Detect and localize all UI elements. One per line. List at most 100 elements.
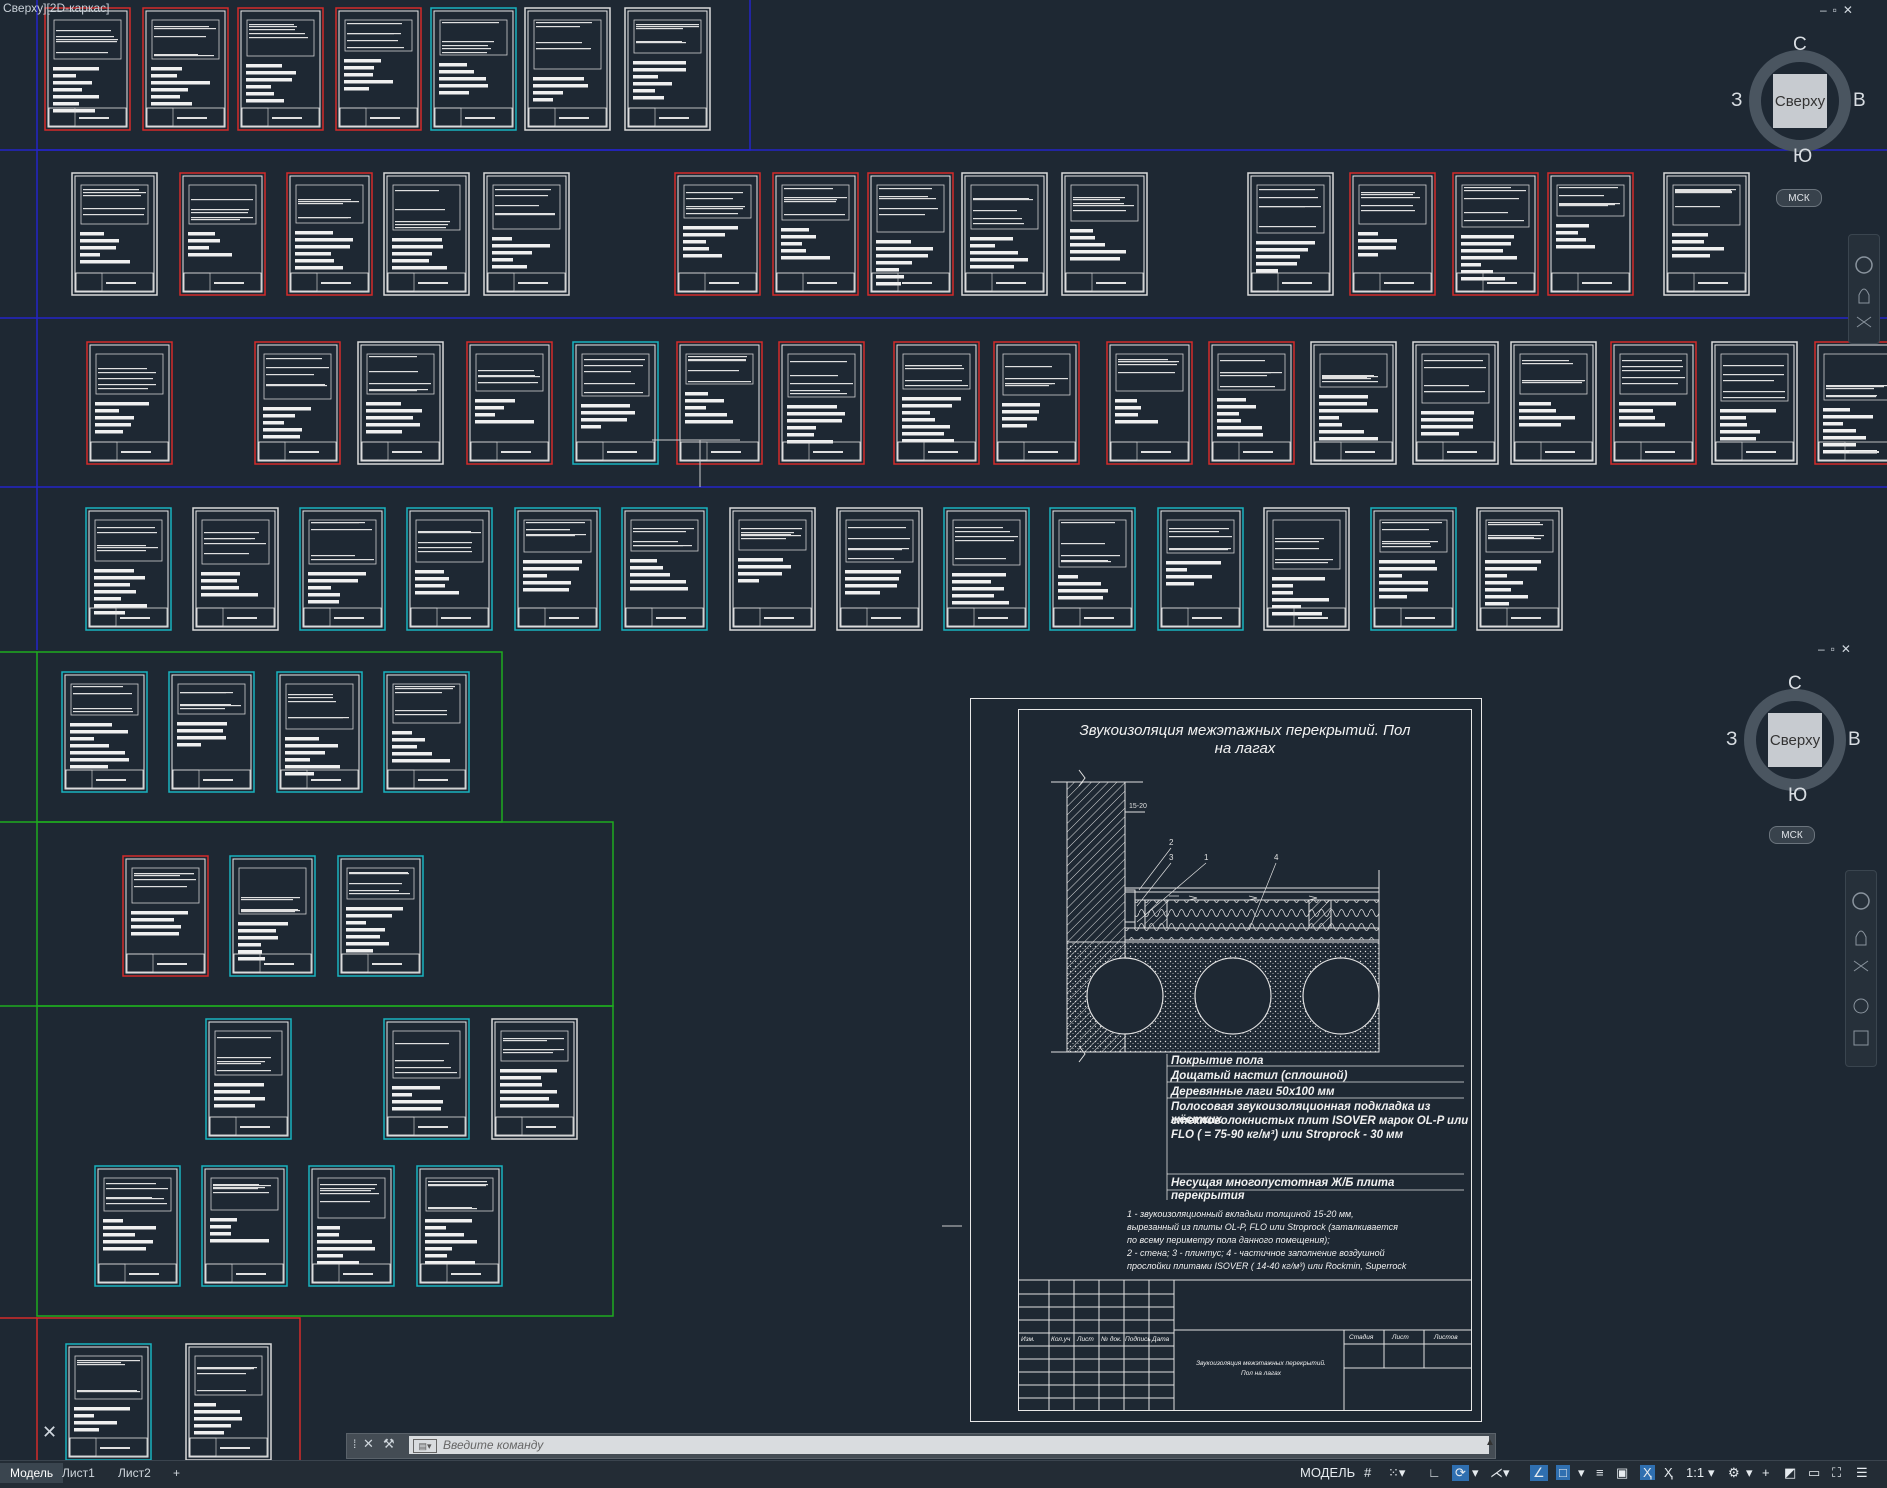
transparency-icon[interactable]: ▣ bbox=[1616, 1465, 1628, 1481]
pan-icon[interactable] bbox=[1858, 288, 1870, 304]
compass-east[interactable]: В bbox=[1853, 90, 1866, 112]
sheet-thumbnail[interactable] bbox=[483, 172, 570, 296]
sheet-thumbnail[interactable] bbox=[1663, 172, 1750, 296]
workspace-dropdown-icon[interactable]: ▾ bbox=[1746, 1465, 1753, 1481]
sheet-thumbnail[interactable] bbox=[406, 507, 493, 631]
sheet-thumbnail[interactable] bbox=[229, 855, 316, 977]
tab-sheet1[interactable]: Лист1 bbox=[52, 1463, 105, 1483]
sheet-thumbnail[interactable] bbox=[1412, 341, 1499, 465]
grip-icon[interactable]: ⁞ bbox=[353, 1437, 356, 1451]
annotation-scale-dropdown[interactable]: 1:1 bbox=[1686, 1465, 1704, 1480]
annotation-visibility-icon[interactable]: Ҳ bbox=[1640, 1465, 1655, 1480]
polar-dropdown-icon[interactable]: ▾ bbox=[1472, 1465, 1479, 1481]
osnap-tracking-icon[interactable]: ∠ bbox=[1530, 1465, 1548, 1481]
tab-sheet2[interactable]: Лист2 bbox=[108, 1463, 161, 1483]
sheet-thumbnail[interactable] bbox=[85, 507, 172, 631]
sheet-thumbnail[interactable] bbox=[383, 671, 470, 793]
sheet-thumbnail[interactable] bbox=[142, 7, 229, 131]
sheet-thumbnail[interactable] bbox=[943, 507, 1030, 631]
sheet-thumbnail[interactable] bbox=[676, 341, 763, 465]
customization-menu-icon[interactable]: ☰ bbox=[1856, 1465, 1868, 1481]
osnap-dropdown-icon[interactable]: ▾ bbox=[1578, 1465, 1585, 1481]
hardware-acceleration-icon[interactable]: ▭ bbox=[1808, 1465, 1820, 1481]
sheet-thumbnail[interactable] bbox=[430, 7, 517, 131]
polar-icon[interactable]: ⟳ bbox=[1452, 1465, 1469, 1481]
sheet-thumbnail[interactable] bbox=[86, 341, 173, 465]
viewport-label[interactable]: Сверху][2D-каркас] bbox=[0, 0, 113, 16]
sheet-thumbnail[interactable] bbox=[168, 671, 255, 793]
sheet-thumbnail[interactable] bbox=[357, 341, 444, 465]
chevron-up-icon[interactable]: ▲ bbox=[1485, 1437, 1495, 1448]
ortho-icon[interactable]: ∟ bbox=[1428, 1465, 1441, 1480]
sheet-thumbnail[interactable] bbox=[61, 671, 148, 793]
command-input[interactable]: Введите команду bbox=[409, 1436, 1489, 1454]
sheet-thumbnail[interactable] bbox=[192, 507, 279, 631]
sheet-thumbnail[interactable] bbox=[185, 1343, 272, 1460]
sheet-thumbnail[interactable] bbox=[308, 1165, 395, 1287]
annotation-autoscale-icon[interactable]: Ҳ bbox=[1664, 1465, 1673, 1480]
compass-north[interactable]: С bbox=[1788, 673, 1802, 695]
zoom-icon[interactable] bbox=[1856, 316, 1872, 328]
sheet-thumbnail[interactable] bbox=[44, 7, 131, 131]
viewcube-face-bottom[interactable]: Сверху bbox=[1768, 713, 1822, 767]
sheet-thumbnail[interactable] bbox=[514, 507, 601, 631]
sheet-thumbnail[interactable] bbox=[867, 172, 954, 296]
sheet-thumbnail[interactable] bbox=[1370, 507, 1457, 631]
viewcube-bottom[interactable]: Сверху С Ю З В bbox=[1726, 673, 1861, 806]
wrench-icon[interactable]: ⚒ bbox=[383, 1436, 395, 1452]
sheet-thumbnail[interactable] bbox=[254, 341, 341, 465]
sheet-thumbnail[interactable] bbox=[94, 1165, 181, 1287]
sheet-thumbnail[interactable] bbox=[122, 855, 209, 977]
lineweight-icon[interactable]: ≡ bbox=[1596, 1465, 1604, 1480]
viewport-window-controls-bottom[interactable]: –▫✕ bbox=[1818, 642, 1857, 656]
sheet-thumbnail[interactable] bbox=[383, 172, 470, 296]
sheet-thumbnail[interactable] bbox=[416, 1165, 503, 1287]
sheet-thumbnail[interactable] bbox=[893, 341, 980, 465]
sheet-thumbnail[interactable] bbox=[836, 507, 923, 631]
sheet-thumbnail[interactable] bbox=[201, 1165, 288, 1287]
sheet-thumbnail[interactable] bbox=[1061, 172, 1148, 296]
compass-south[interactable]: Ю bbox=[1793, 146, 1812, 168]
sheet-thumbnail[interactable] bbox=[1547, 172, 1634, 296]
sheet-thumbnail[interactable] bbox=[337, 855, 424, 977]
sheet-thumbnail[interactable] bbox=[1263, 507, 1350, 631]
compass-north[interactable]: С bbox=[1793, 34, 1807, 56]
showmotion-icon[interactable] bbox=[1853, 1030, 1869, 1046]
zoom-icon[interactable] bbox=[1853, 960, 1869, 972]
sheet-thumbnail[interactable] bbox=[1711, 341, 1798, 465]
sheet-thumbnail[interactable] bbox=[772, 172, 859, 296]
gear-icon[interactable]: ⚙ bbox=[1728, 1465, 1740, 1481]
sheet-thumbnail[interactable] bbox=[993, 341, 1080, 465]
pan-icon[interactable] bbox=[1855, 930, 1867, 946]
sheet-thumbnail[interactable] bbox=[1157, 507, 1244, 631]
model-space-button[interactable]: МОДЕЛЬ bbox=[1300, 1465, 1355, 1480]
command-line[interactable]: ⁞ ✕ ⚒ Введите команду ▤▾ ▲ bbox=[346, 1433, 1496, 1459]
sheet-thumbnail[interactable] bbox=[961, 172, 1048, 296]
compass-west[interactable]: З bbox=[1731, 90, 1742, 112]
sheet-thumbnail[interactable] bbox=[71, 172, 158, 296]
sheet-thumbnail[interactable] bbox=[1452, 172, 1539, 296]
sheet-thumbnail[interactable] bbox=[1814, 341, 1887, 465]
sheet-thumbnail[interactable] bbox=[237, 7, 324, 131]
isodraft-icon[interactable]: ⋌▾ bbox=[1490, 1465, 1510, 1481]
drawing-canvas[interactable]: Сверху][2D-каркас] –▫✕ –▫✕ Сверху С Ю З … bbox=[0, 0, 1887, 1460]
isolate-objects-icon[interactable]: ◩ bbox=[1784, 1465, 1796, 1481]
sheet-thumbnail[interactable] bbox=[1049, 507, 1136, 631]
sheet-thumbnail[interactable] bbox=[1610, 341, 1697, 465]
sheet-thumbnail[interactable] bbox=[179, 172, 266, 296]
navigation-bar-top[interactable] bbox=[1848, 234, 1880, 344]
steeringwheel-icon[interactable] bbox=[1852, 892, 1870, 910]
sheet-thumbnail[interactable] bbox=[65, 1343, 152, 1460]
orbit-icon[interactable] bbox=[1853, 998, 1869, 1014]
sheet-thumbnails[interactable] bbox=[44, 7, 1887, 1460]
sheet-thumbnail[interactable] bbox=[674, 172, 761, 296]
wcs-menu-bottom[interactable]: МСК bbox=[1769, 826, 1815, 844]
sheet-thumbnail[interactable] bbox=[286, 172, 373, 296]
model-space-drawing[interactable] bbox=[0, 0, 1887, 1460]
osnap-icon[interactable]: □ bbox=[1556, 1465, 1570, 1480]
wcs-menu-top[interactable]: МСК bbox=[1776, 189, 1822, 207]
close-icon[interactable]: ✕ bbox=[42, 1422, 57, 1443]
plus-icon[interactable]: + bbox=[1762, 1465, 1770, 1480]
sheet-thumbnail[interactable] bbox=[1208, 341, 1295, 465]
compass-east[interactable]: В bbox=[1848, 729, 1861, 751]
